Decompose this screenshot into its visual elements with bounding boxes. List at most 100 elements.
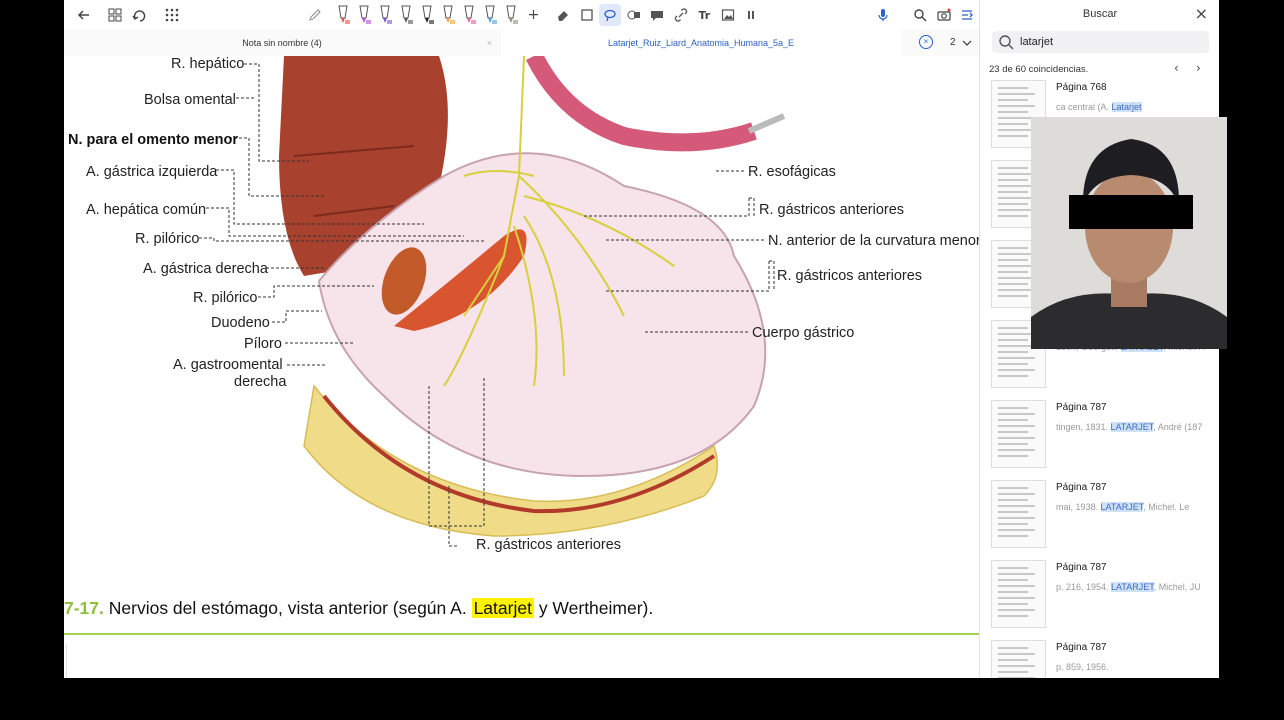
snippet-highlight: Latarjet: [1111, 102, 1142, 112]
result-snippet: mai, 1938. LATARJET, Michel. Le: [1056, 502, 1206, 513]
label-bolsa-omental: Bolsa omental: [144, 92, 236, 108]
pen-tool-icon[interactable]: [503, 4, 519, 26]
pause-icon[interactable]: [741, 4, 763, 26]
page-thumbnail: [991, 560, 1046, 628]
pen-tool-icon[interactable]: [398, 4, 414, 26]
label-r-gastricos-anteriores-1: R. gástricos anteriores: [759, 202, 904, 218]
tab-untitled-note[interactable]: Nota sin nombre (4) ×: [64, 30, 500, 56]
toolbar: + Tr: [64, 0, 979, 30]
document-page[interactable]: R. hepático Bolsa omental N. para el ome…: [64, 56, 979, 678]
previous-match-button[interactable]: ‹: [1174, 61, 1179, 75]
snippet-highlight: LATARJET: [1100, 502, 1144, 512]
lasso-icon[interactable]: [599, 4, 621, 26]
snippet-text: p. 216, 1954.: [1056, 582, 1112, 592]
snippet-highlight: LATARJET: [1111, 582, 1154, 592]
page-thumbnail: [991, 400, 1046, 468]
tab-label: Nota sin nombre (4): [242, 38, 322, 48]
label-n-anterior-curvatura-menor: N. anterior de la curvatura menor: [768, 233, 979, 249]
result-snippet: ca central (A. Latarjet: [1056, 102, 1206, 113]
camera-icon[interactable]: [933, 4, 955, 26]
result-page-label: Página 787: [1056, 402, 1107, 413]
microphone-icon[interactable]: [872, 4, 894, 26]
search-result-item[interactable]: Página 787 mai, 1938. LATARJET, Michel. L…: [980, 480, 1219, 560]
eraser-icon[interactable]: [552, 4, 574, 26]
comment-icon[interactable]: [646, 4, 668, 26]
figure-caption: 7-17. Nervios del estómago, vista anteri…: [64, 598, 653, 622]
label-r-gastricos-anteriores-3: R. gástricos anteriores: [476, 537, 621, 553]
label-a-gastroomental: A. gastroomental: [173, 357, 283, 373]
snippet-highlight: LATARJET: [1110, 422, 1154, 432]
sidebar-title: Buscar: [1082, 8, 1118, 20]
result-snippet: p. 859, 1956.: [1056, 662, 1206, 673]
label-r-esofagicas: R. esofágicas: [748, 164, 836, 180]
add-pen-icon[interactable]: +: [523, 4, 545, 26]
search-result-item[interactable]: Página 787 p. 859, 1956.: [980, 640, 1219, 678]
image-icon[interactable]: [717, 4, 739, 26]
close-icon[interactable]: ×: [487, 30, 492, 56]
pen-tool-icon[interactable]: [440, 4, 456, 26]
search-result-item[interactable]: Página 787 tingen, 1831. LATARJET, André …: [980, 400, 1219, 480]
snippet-text-end: , André (187: [1153, 422, 1203, 432]
pen-tool-icon[interactable]: [482, 4, 498, 26]
search-box[interactable]: [992, 31, 1209, 53]
pen-tool-icon[interactable]: [356, 4, 372, 26]
next-match-button[interactable]: ›: [1196, 61, 1201, 75]
search-result-item[interactable]: Página 787 p. 216, 1954. LATARJET, Michel…: [980, 560, 1219, 640]
caption-text-end: y Wertheimer).: [533, 598, 654, 618]
rotate-icon[interactable]: [128, 4, 150, 26]
text-icon[interactable]: Tr: [694, 4, 716, 26]
pen-tool-icon[interactable]: [335, 4, 351, 26]
apps-icon[interactable]: [161, 4, 183, 26]
tab-latarjet-pdf[interactable]: Latarjet_Ruiz_Liard_Anatomia_Humana_5a_E: [501, 30, 901, 56]
redaction-bar: [1069, 195, 1193, 229]
label-a-hepatica-comun: A. hepática común: [86, 202, 206, 218]
result-snippet: p. 216, 1954. LATARJET, Michel, JU: [1056, 582, 1206, 593]
figure-number: 7-17.: [64, 598, 104, 618]
snippet-text-end: , Michel, JU: [1153, 582, 1201, 592]
tab-bar: Nota sin nombre (4) × Latarjet_Ruiz_Liar…: [64, 30, 979, 57]
search-highlight: Latarjet: [471, 598, 534, 618]
pen-palette: [333, 4, 522, 26]
grid-icon[interactable]: [104, 4, 126, 26]
section-divider: [64, 633, 979, 635]
pen-tool-icon[interactable]: [419, 4, 435, 26]
close-icon[interactable]: ×: [919, 35, 933, 49]
back-arrow-icon[interactable]: [73, 4, 95, 26]
label-r-pilorico-1: R. pilórico: [135, 231, 199, 247]
result-page-label: Página 787: [1056, 482, 1107, 493]
snippet-text: p. 859, 1956.: [1056, 662, 1109, 672]
webcam-overlay: [1031, 117, 1227, 349]
snippet-text-end: , Michel. Le: [1143, 502, 1190, 512]
link-icon[interactable]: [670, 4, 692, 26]
rectangle-icon[interactable]: [576, 4, 598, 26]
label-r-gastricos-anteriores-2: R. gástricos anteriores: [777, 268, 922, 284]
label-duodeno: Duodeno: [211, 315, 270, 331]
sidebar-toggle-icon[interactable]: [956, 4, 978, 26]
tab-label: Latarjet_Ruiz_Liard_Anatomia_Humana_5a_E: [607, 38, 795, 48]
label-a-gastrica-derecha: A. gástrica derecha: [143, 261, 269, 277]
snippet-text: tingen, 1831.: [1056, 422, 1111, 432]
close-icon[interactable]: ×: [1195, 4, 1208, 23]
snippet-text: mai, 1938.: [1056, 502, 1101, 512]
caption-text: Nervios del estómago, vista anterior (se…: [103, 598, 472, 618]
page-thumbnail: [991, 480, 1046, 548]
result-page-label: Página 787: [1056, 562, 1107, 573]
match-count: 23 de 60 coincidencias.: [989, 64, 1089, 75]
pen-tool-icon[interactable]: [377, 4, 393, 26]
search-icon[interactable]: [909, 4, 931, 26]
pen-tool-icon[interactable]: [461, 4, 477, 26]
search-input[interactable]: [1020, 34, 1190, 50]
label-r-pilorico-2: R. pilórico: [193, 290, 257, 306]
anatomy-figure: R. hepático Bolsa omental N. para el ome…: [68, 56, 979, 553]
result-page-label: Página 768: [1056, 82, 1107, 93]
label-a-gastrica-izquierda: A. gástrica izquierda: [86, 164, 218, 180]
page-number[interactable]: 2: [950, 30, 956, 56]
search-icon: [999, 35, 1014, 50]
result-page-label: Página 787: [1056, 642, 1107, 653]
label-derecha: derecha: [234, 374, 287, 390]
label-piloro: Píloro: [244, 336, 282, 352]
shapes-icon[interactable]: [623, 4, 645, 26]
pencil-icon[interactable]: [304, 4, 326, 26]
page-thumbnail: [991, 640, 1046, 678]
page-edge: [66, 644, 71, 678]
